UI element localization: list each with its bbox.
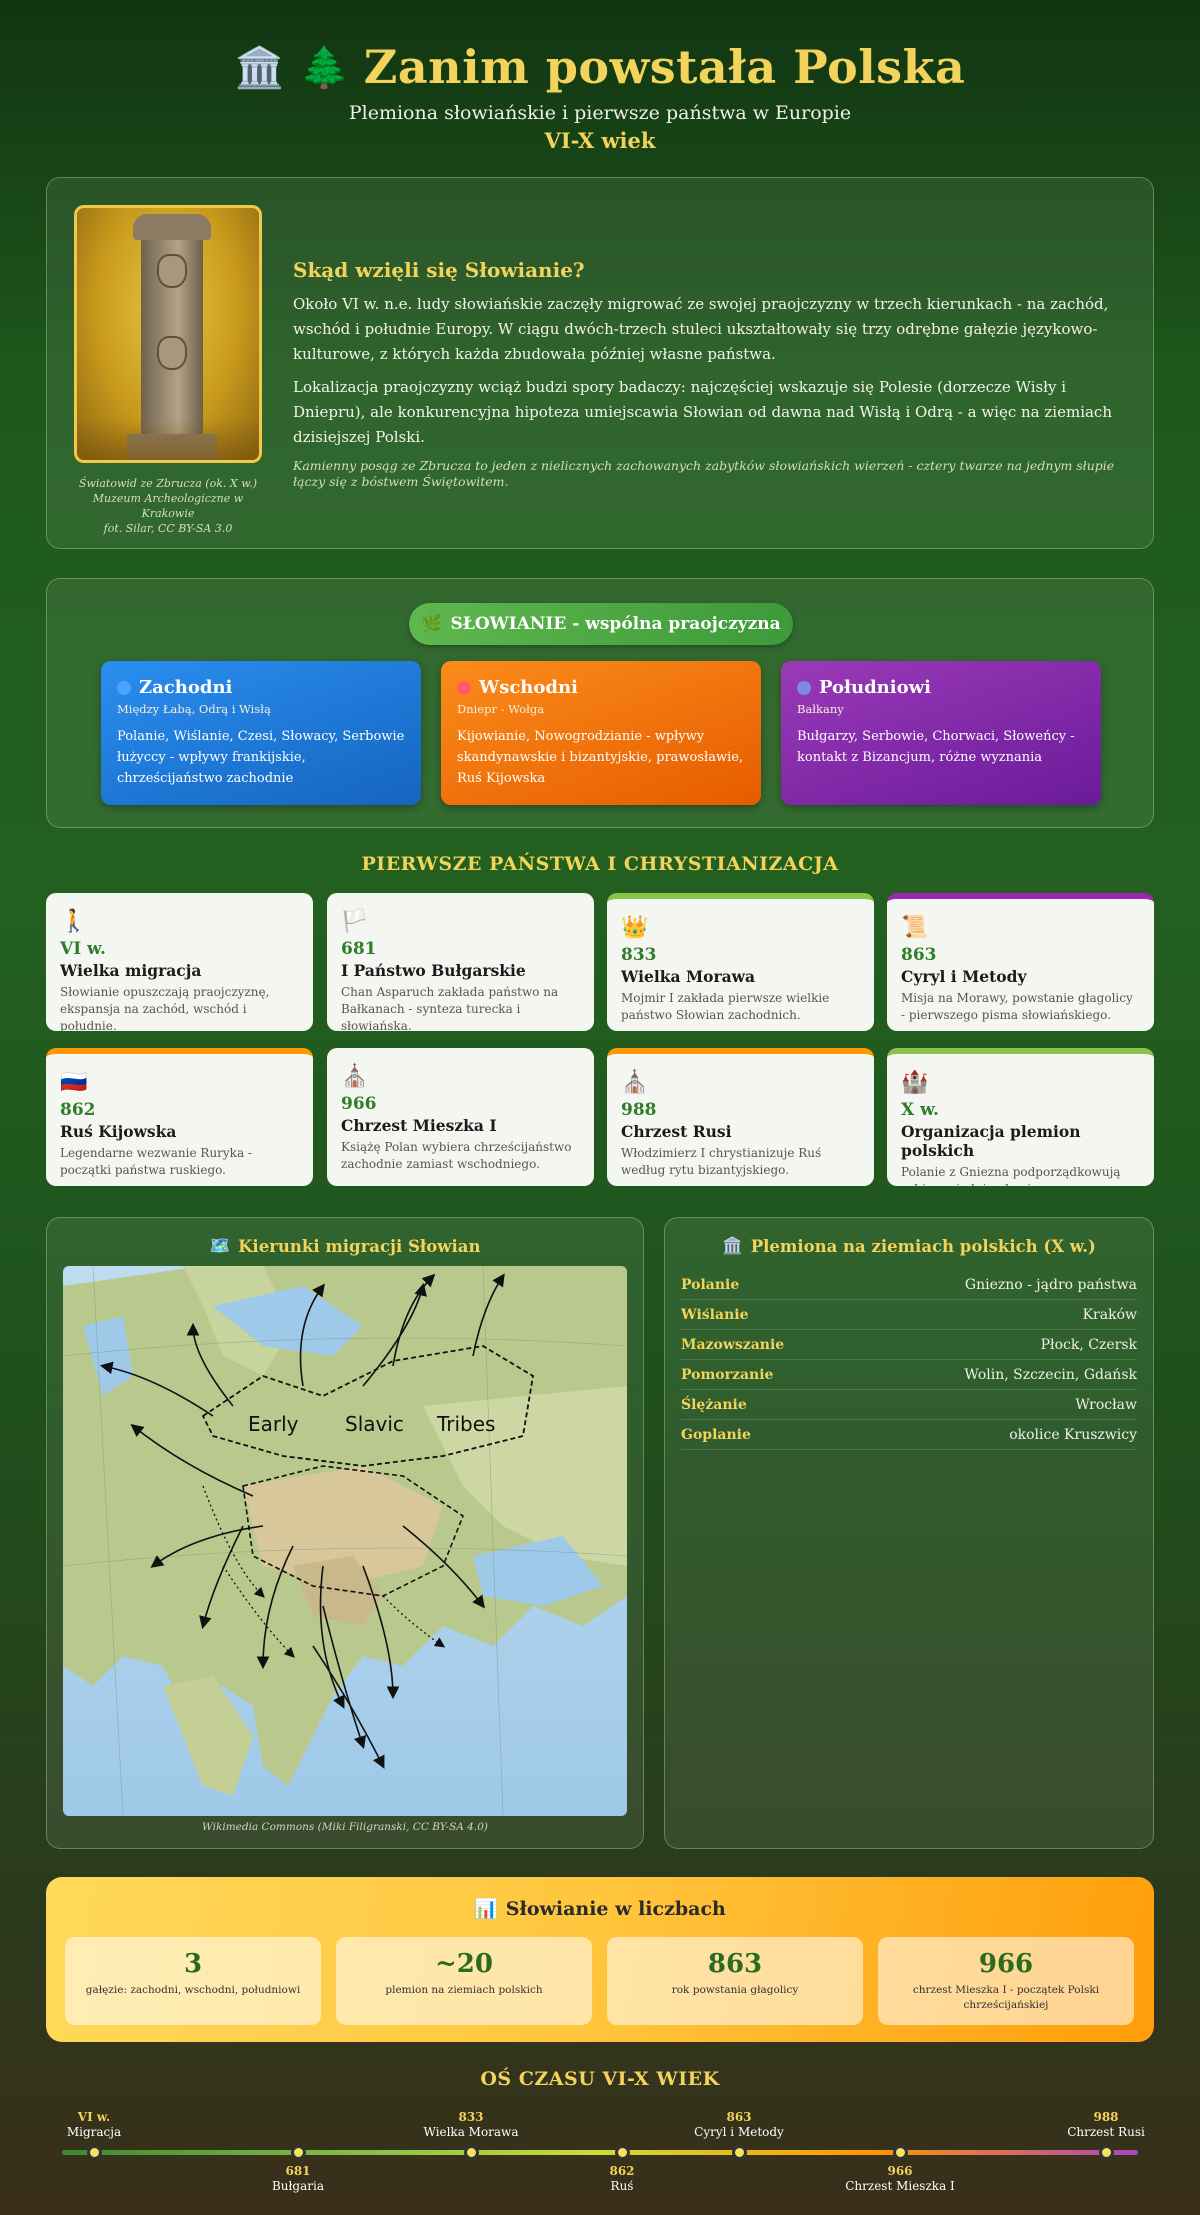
timeline-line [62,2150,1138,2155]
svetovid-statue-image [74,205,262,463]
map-label-slavic: Slavic [345,1412,404,1436]
intro-text: Skąd wzięli się Słowianie? Około VI w. n… [293,258,1129,490]
intro-paragraph-2: Lokalizacja praojczyzny wciąż budzi spor… [293,378,1112,446]
card-cyril-methodius: 📜 863 Cyryl i Metody Misja na Morawy, po… [887,893,1154,1031]
states-cards: 🚶 VI w. Wielka migracja Słowianie opuszc… [46,893,1154,1188]
tribes-panel: 🏛️ Plemiona na ziemiach polskich (X w.) … [664,1217,1154,1849]
card-bulgaria: 🏳️ 681 I Państwo Bułgarskie Chan Asparuc… [327,893,594,1031]
map-title: 🗺️ Kierunki migracji Słowian [209,1236,481,1256]
card-baptism-rus: ⛪ 988 Chrzest Rusi Włodzimierz I chrysti… [607,1048,874,1186]
timeline-dot[interactable] [615,2145,630,2160]
intro-heading: Skąd wzięli się Słowianie? [293,258,585,282]
scroll-icon: 📜 [901,915,929,940]
states-section-title: PIERWSZE PAŃSTWA I CHRYSTIANIZACJA [361,853,839,875]
map-label-early: Early [248,1412,299,1436]
branch-eastern: Wschodni Dniepr - Wołga Kijowianie, Nowo… [441,661,761,805]
stat-glagolitic: 863 rok powstania głagolicy [607,1937,863,2025]
timeline-event: VI w. Migracja [66,2110,122,2139]
slavic-tree-panel: 🌿 SŁOWIANIE - wspólna praojczyzna Zachod… [46,578,1154,828]
page-header: 🏛️ 🌲 Zanim powstała Polska Plemiona słow… [46,40,1154,153]
migration-map: Early Slavic Tribes [63,1266,627,1816]
list-item: Polanie Gniezno - jądro państwa [681,1270,1137,1300]
walking-icon: 🚶 [60,909,88,934]
globe-dot-icon [117,680,131,695]
image-caption: Światowid ze Zbrucza (ok. X w.) Muzeum A… [78,477,258,535]
stats-title: 📊 Słowianie w liczbach [474,1897,726,1921]
tribes-title: 🏛️ Plemiona na ziemiach polskich (X w.) [722,1236,1096,1256]
timeline-title: OŚ CZASU VI-X WIEK [480,2068,720,2090]
flag-icon: 🏳️ [341,909,369,934]
timeline-dot[interactable] [732,2145,747,2160]
intro-panel: Światowid ze Zbrucza (ok. X w.) Muzeum A… [46,177,1154,549]
migration-map-panel: 🗺️ Kierunki migracji Słowian Early Slavi… [46,1217,644,1849]
church-icon: ⛪ [621,1070,649,1095]
crown-icon: 👑 [621,915,649,940]
card-migration: 🚶 VI w. Wielka migracja Słowianie opuszc… [46,893,313,1031]
stat-baptism: 966 chrzest Mieszka I - początek Polski … [878,1937,1134,2025]
timeline-event: 988 Chrzest Rusi [1067,2110,1145,2139]
timeline-dot[interactable] [893,2145,908,2160]
page-title: 🏛️ 🌲 Zanim powstała Polska [46,40,1154,94]
map-caption: Wikimedia Commons (Miki Filigranski, CC … [202,1821,488,1833]
intro-paragraph-1: Około VI w. n.e. ludy słowiańskie zaczęł… [293,295,1109,363]
timeline-event: 681 Bułgaria [271,2164,324,2193]
stat-tribes: ~20 plemion na ziemiach polskich [336,1937,592,2025]
castle-icon: 🏰 [901,1070,929,1095]
branch-southern: Południowi Bałkany Bułgarzy, Serbowie, C… [781,661,1101,805]
temple-tree-icon: 🏛️ 🌲 [234,43,350,91]
stats-panel: 📊 Słowianie w liczbach 3 gałęzie: zachod… [46,1877,1154,2042]
timeline-dot[interactable] [1099,2145,1114,2160]
list-item: Goplanie okolice Kruszwicy [681,1420,1137,1450]
list-item: Wiślanie Kraków [681,1300,1137,1330]
russia-flag-icon: 🇷🇺 [60,1070,88,1095]
timeline-event: 833 Wielka Morawa [423,2110,519,2139]
timeline-event: 862 Ruś [609,2164,635,2193]
map-icon: 🗺️ [209,1236,231,1255]
page-subtitle: Plemiona słowiańskie i pierwsze państwa … [348,102,852,124]
tree-root: 🌿 SŁOWIANIE - wspólna praojczyzna [409,603,793,645]
list-item: Ślężanie Wrocław [681,1390,1137,1420]
card-great-moravia: 👑 833 Wielka Morawa Mojmir I zakłada pie… [607,893,874,1031]
temple-icon: 🏛️ [722,1236,743,1255]
bar-chart-icon: 📊 [474,1898,498,1920]
timeline-dot[interactable] [87,2145,102,2160]
stat-branches: 3 gałęzie: zachodni, wschodni, południow… [65,1937,321,2025]
list-item: Pomorzanie Wolin, Szczecin, Gdańsk [681,1360,1137,1390]
timeline-event: 863 Cyryl i Metody [694,2110,784,2139]
intro-note: Kamienny posąg ze Zbrucza to jeden z nie… [293,458,1115,489]
church-icon: ⛪ [341,1064,369,1089]
branch-western: Zachodni Między Łabą, Odrą i Wisłą Polan… [101,661,421,805]
timeline: VI w. Migracja 681 Bułgaria 833 Wielka Mora… [62,2100,1145,2200]
globe-dot-icon [457,680,471,695]
card-baptism-mieszko: ⛪ 966 Chrzest Mieszka I Książę Polan wyb… [327,1048,594,1186]
page-title-text: Zanim powstała Polska [363,40,966,94]
timeline-dot[interactable] [464,2145,479,2160]
card-polish-tribes: 🏰 X w. Organizacja plemion polskich Pola… [887,1048,1154,1186]
page-century: VI-X wiek [544,128,656,153]
timeline-dot[interactable] [291,2145,306,2160]
list-item: Mazowszanie Płock, Czersk [681,1330,1137,1360]
timeline-event: 966 Chrzest Mieszka I [845,2164,955,2193]
tribes-list: Polanie Gniezno - jądro państwa Wiślanie K… [665,1270,1153,1450]
globe-dot-icon [797,680,811,695]
leaf-icon: 🌿 [421,614,443,634]
card-kievan-rus: 🇷🇺 862 Ruś Kijowska Legendarne wezwanie … [46,1048,313,1186]
map-label-tribes: Tribes [436,1412,495,1436]
